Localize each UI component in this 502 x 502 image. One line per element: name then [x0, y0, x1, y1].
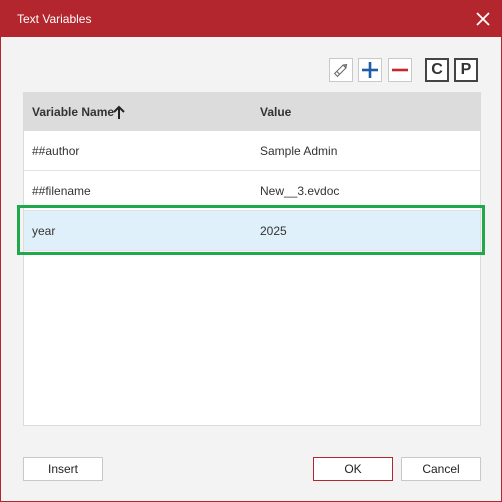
- dialog-title: Text Variables: [17, 12, 92, 26]
- paste-button[interactable]: P: [454, 58, 478, 82]
- toolbar: C P: [1, 58, 501, 82]
- dialog-titlebar: Text Variables: [1, 1, 501, 37]
- table-header: Variable Name Value: [24, 93, 480, 131]
- variable-value-cell: New__3.evdoc: [260, 184, 340, 198]
- pencil-icon: [333, 63, 348, 78]
- variable-name-cell: year: [32, 224, 56, 238]
- plus-icon: [362, 62, 378, 78]
- close-button[interactable]: [473, 9, 493, 29]
- sort-ascending-icon[interactable]: [112, 104, 126, 120]
- variables-table: Variable Name Value ##author Sample Admi…: [23, 92, 481, 426]
- variable-value-cell: Sample Admin: [260, 144, 338, 158]
- cancel-button[interactable]: Cancel: [401, 457, 481, 481]
- close-icon: [476, 12, 490, 26]
- table-row[interactable]: ##filename New__3.evdoc: [24, 171, 480, 211]
- text-variables-dialog: Text Variables C P Variable Name Value #…: [0, 0, 502, 502]
- variable-name-cell: ##author: [32, 144, 80, 158]
- ok-button[interactable]: OK: [313, 457, 393, 481]
- add-variable-button[interactable]: [358, 58, 382, 82]
- edit-button[interactable]: [329, 58, 353, 82]
- remove-variable-button[interactable]: [388, 58, 412, 82]
- dialog-body: C P Variable Name Value ##author Sample …: [1, 37, 501, 501]
- column-header-value[interactable]: Value: [260, 105, 291, 119]
- copy-button[interactable]: C: [425, 58, 449, 82]
- insert-button[interactable]: Insert: [23, 457, 103, 481]
- minus-icon: [392, 68, 408, 72]
- table-row-selected[interactable]: year 2025: [24, 211, 480, 251]
- table-row[interactable]: ##author Sample Admin: [24, 131, 480, 171]
- column-header-variable-name[interactable]: Variable Name: [32, 105, 114, 119]
- variable-value-cell: 2025: [260, 224, 287, 238]
- variable-name-cell: ##filename: [32, 184, 91, 198]
